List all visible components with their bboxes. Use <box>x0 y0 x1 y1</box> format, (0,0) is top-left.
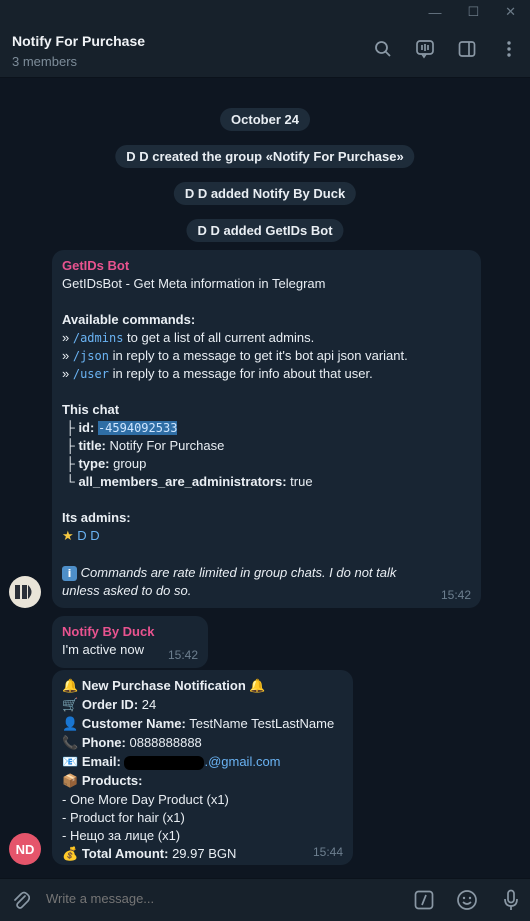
field-label: id: <box>78 420 95 435</box>
window-titlebar: — ☐ ✕ <box>0 0 530 24</box>
message-text: GetIDsBot - Get Meta information in Tele… <box>62 276 326 291</box>
emoji-icon[interactable] <box>455 888 479 912</box>
field-value: Notify For Purchase <box>105 438 225 453</box>
field-label: Products: <box>81 773 143 788</box>
message-time: 15:42 <box>440 588 471 602</box>
chat-title[interactable]: Notify For Purchase <box>12 33 145 49</box>
command-json[interactable]: /json <box>73 349 109 363</box>
order-heading: New Purchase Notification <box>81 678 246 693</box>
field-value: 24 <box>138 697 157 712</box>
field-value: TestName TestLastName <box>185 716 335 731</box>
section-heading: This chat <box>62 402 120 417</box>
phone-icon: 📞 <box>62 736 79 751</box>
maximize-button[interactable]: ☐ <box>467 4 479 20</box>
bell-icon: 🔔 <box>249 679 266 694</box>
compose-bar <box>0 878 530 921</box>
sender-name[interactable]: GetIDs Bot <box>62 257 471 275</box>
user-avatar[interactable]: ND <box>9 833 41 865</box>
message-time: 15:44 <box>312 845 343 859</box>
section-heading: Its admins: <box>62 510 131 525</box>
attach-icon[interactable] <box>9 888 33 912</box>
section-heading: Available commands: <box>62 312 196 327</box>
email-icon: 📧 <box>62 755 79 770</box>
service-message: D D added Notify By Duck <box>173 182 357 205</box>
command-desc: to get a list of all current admins. <box>123 330 315 345</box>
command-user[interactable]: /user <box>73 367 109 381</box>
rate-limit-note: Commands are rate limited in group chats… <box>62 565 397 598</box>
person-icon: 👤 <box>62 717 79 732</box>
product-item: - One More Day Product (x1) <box>62 792 229 807</box>
bot-avatar[interactable] <box>9 576 41 608</box>
field-label: Phone: <box>81 735 126 750</box>
field-label: title: <box>78 438 106 453</box>
duck-message[interactable]: Notify By Duck I'm active now 15:42 <box>52 616 208 668</box>
bot-commands-icon[interactable] <box>412 888 436 912</box>
info-icon: i <box>62 566 77 581</box>
command-desc: in reply to a message for info about tha… <box>108 366 373 381</box>
command-admins[interactable]: /admins <box>73 331 124 345</box>
admin-link[interactable]: D D <box>77 528 99 543</box>
sidebar-toggle-icon[interactable] <box>456 38 478 60</box>
field-label: Email: <box>81 754 121 769</box>
product-item: - Нещо за лице (x1) <box>62 828 181 843</box>
field-label: Customer Name: <box>81 716 186 731</box>
more-options-icon[interactable] <box>498 38 520 60</box>
package-icon: 📦 <box>62 774 79 789</box>
field-label: type: <box>78 456 110 471</box>
service-message: D D created the group «Notify For Purcha… <box>115 145 415 168</box>
message-input[interactable] <box>46 891 346 906</box>
chat-header: Notify For Purchase 3 members <box>0 24 530 78</box>
product-item: - Product for hair (x1) <box>62 810 185 825</box>
field-label: Total Amount: <box>81 846 169 861</box>
close-button[interactable]: ✕ <box>505 4 516 20</box>
order-message[interactable]: 🔔 New Purchase Notification 🔔 🛒 Order ID… <box>52 670 353 865</box>
message-list[interactable]: October 24 D D created the group «Notify… <box>0 78 530 878</box>
minimize-button[interactable]: — <box>428 5 441 20</box>
voice-chat-icon[interactable] <box>414 38 436 60</box>
email-link[interactable]: .@gmail.com <box>204 754 280 769</box>
bell-icon: 🔔 <box>62 679 79 694</box>
getids-message[interactable]: GetIDs Bot GetIDsBot - Get Meta informat… <box>52 250 481 608</box>
redacted-block <box>124 755 205 770</box>
money-bag-icon: 💰 <box>62 847 79 862</box>
sender-name[interactable]: Notify By Duck <box>62 623 198 641</box>
field-label: Order ID: <box>81 697 139 712</box>
command-desc: in reply to a message to get it's bot ap… <box>108 348 408 363</box>
chat-id-value[interactable]: -4594092533 <box>97 421 178 435</box>
field-value: 29.97 BGN <box>168 846 237 861</box>
field-value: true <box>286 474 313 489</box>
search-icon[interactable] <box>372 38 394 60</box>
service-message: D D added GetIDs Bot <box>186 219 344 242</box>
field-value: group <box>109 456 147 471</box>
field-label: all_members_are_administrators: <box>78 474 287 489</box>
chat-member-count: 3 members <box>12 54 78 69</box>
microphone-icon[interactable] <box>499 888 523 912</box>
star-icon: ★ <box>62 529 74 544</box>
message-time: 15:42 <box>167 648 198 662</box>
cart-icon: 🛒 <box>62 698 79 713</box>
date-separator: October 24 <box>220 108 310 131</box>
field-value: 0888888888 <box>125 735 202 750</box>
